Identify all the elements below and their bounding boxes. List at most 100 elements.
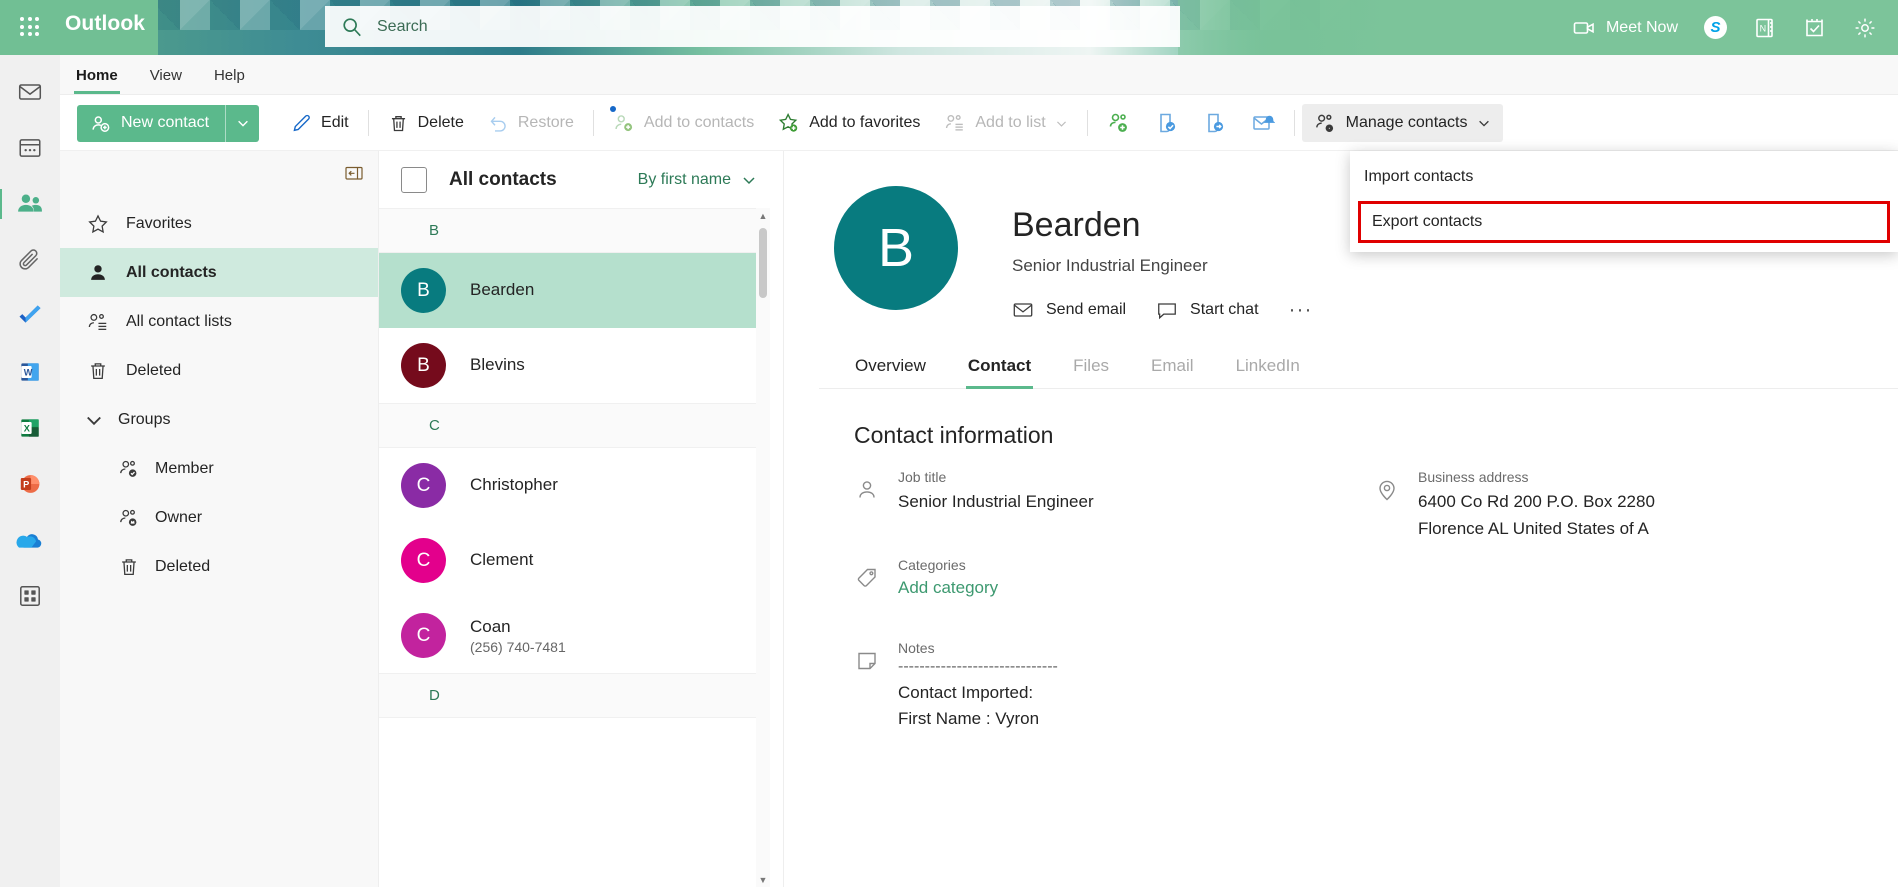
tab-help[interactable]: Help — [198, 56, 261, 94]
meet-now-button[interactable]: Meet Now — [1559, 0, 1691, 55]
detail-tab-overview[interactable]: Overview — [819, 356, 947, 388]
manage-contacts-button[interactable]: Manage contacts — [1301, 104, 1503, 142]
contact-list-scroll-area: B B Bearden B Blevins C C Christopher C … — [379, 208, 770, 887]
excel-icon: X — [17, 415, 43, 441]
mail-alert-button[interactable] — [1239, 104, 1287, 142]
settings-button[interactable] — [1840, 0, 1890, 55]
edit-button[interactable]: Edit — [279, 104, 361, 142]
list-item-clement[interactable]: C Clement — [379, 523, 770, 598]
more-actions-icon[interactable]: ··· — [1289, 298, 1313, 322]
rail-item-people[interactable] — [0, 181, 53, 227]
forward-contact-icon — [1203, 111, 1227, 135]
rail-item-calendar[interactable] — [7, 125, 53, 171]
list-item-coan[interactable]: C Coan (256) 740-7481 — [379, 598, 770, 673]
select-all-checkbox[interactable] — [401, 166, 427, 193]
command-divider — [1086, 110, 1088, 136]
contact-phone: (256) 740-7481 — [470, 638, 566, 655]
detail-tab-contact[interactable]: Contact — [947, 356, 1052, 389]
new-contact-main[interactable]: New contact — [77, 104, 227, 142]
field-label-categories: Categories — [898, 556, 966, 573]
add-to-list-button[interactable]: Add to list — [932, 104, 1079, 142]
scrollbar-thumb[interactable] — [759, 228, 767, 298]
share-contact-button[interactable] — [1143, 104, 1191, 142]
video-camera-icon — [1572, 16, 1596, 40]
add-to-favorites-button[interactable]: Add to favorites — [766, 104, 932, 142]
tab-home[interactable]: Home — [60, 56, 134, 94]
onenote-button[interactable]: N — [1740, 0, 1790, 55]
sidebar-group-groups[interactable]: Groups — [60, 395, 378, 444]
rail-item-mail[interactable] — [7, 69, 53, 115]
trash-icon — [87, 360, 109, 382]
collapse-pane-icon[interactable] — [342, 161, 366, 185]
contact-fields-right-column: Business address 6400 Co Rd 200 P.O. Box… — [1374, 469, 1655, 774]
contact-identity: Bearden Senior Industrial Engineer Send … — [1012, 186, 1313, 322]
sidebar-item-favorites[interactable]: Favorites — [60, 199, 378, 248]
scroll-down-arrow-icon[interactable]: ▼ — [756, 872, 770, 887]
onenote-icon: N — [1753, 16, 1777, 40]
detail-tab-linkedin[interactable]: LinkedIn — [1215, 356, 1321, 388]
sidebar-item-group-deleted[interactable]: Deleted — [60, 542, 378, 591]
detail-tab-files[interactable]: Files — [1052, 356, 1130, 388]
calendar-icon — [17, 135, 43, 161]
word-icon: W — [17, 359, 43, 385]
rail-item-todo[interactable] — [7, 293, 53, 339]
meet-now-label: Meet Now — [1605, 18, 1678, 36]
delete-button[interactable]: Delete — [376, 104, 476, 142]
search-input[interactable]: Search — [325, 6, 1180, 47]
sidebar-item-deleted[interactable]: Deleted — [60, 346, 378, 395]
list-item-blevins[interactable]: B Blevins — [379, 328, 770, 403]
command-divider — [367, 110, 369, 136]
contact-name: Blevins — [470, 355, 525, 375]
contact-avatar-large: B — [834, 186, 958, 310]
menu-item-export-contacts[interactable]: Export contacts — [1358, 201, 1890, 243]
chevron-down-icon — [84, 410, 104, 430]
field-label-business-address: Business address — [1418, 469, 1529, 485]
address-line-2: Florence AL United States of A — [1418, 518, 1649, 538]
rail-item-powerpoint[interactable]: P — [7, 461, 53, 507]
contact-list-scrollbar[interactable]: ▲ ▼ — [756, 208, 770, 887]
start-chat-button[interactable]: Start chat — [1156, 299, 1259, 321]
sidebar-label-member: Member — [155, 459, 214, 477]
sidebar-label-owner: Owner — [155, 508, 203, 526]
sidebar-label-group-deleted: Deleted — [155, 557, 211, 575]
folder-sidebar: Favorites All contacts All contact lists… — [60, 151, 378, 887]
rail-item-excel[interactable]: X — [7, 405, 53, 451]
sidebar-item-all-contacts[interactable]: All contacts — [60, 248, 378, 297]
rail-item-word[interactable]: W — [7, 349, 53, 395]
field-business-address: Business address 6400 Co Rd 200 P.O. Box… — [1374, 469, 1655, 541]
app-launcher-icon[interactable] — [14, 11, 46, 43]
list-group-letter-b: B — [379, 208, 770, 253]
list-item-christopher[interactable]: C Christopher — [379, 448, 770, 523]
person-outline-icon — [854, 469, 880, 515]
create-contact-icon-button[interactable] — [1095, 104, 1143, 142]
detail-tab-email[interactable]: Email — [1130, 356, 1215, 388]
new-indicator-dot — [609, 106, 616, 112]
tasks-button[interactable] — [1790, 0, 1840, 55]
list-group-letter-d: D — [379, 673, 770, 718]
svg-text:N: N — [1760, 23, 1767, 33]
new-contact-chevron-down-icon[interactable] — [226, 105, 259, 142]
add-to-contacts-button[interactable]: Add to contacts — [601, 104, 766, 142]
sidebar-item-member[interactable]: Member — [60, 444, 378, 493]
list-item-bearden[interactable]: B Bearden — [379, 253, 770, 328]
scroll-up-arrow-icon[interactable]: ▲ — [756, 208, 770, 223]
restore-button[interactable]: Restore — [476, 104, 586, 142]
menu-item-import-contacts[interactable]: Import contacts — [1350, 158, 1898, 196]
outlook-people-app: Outlook Search Meet Now S N Home View He… — [0, 0, 1898, 887]
rail-item-onedrive[interactable] — [7, 517, 53, 563]
field-label-notes: Notes — [898, 639, 935, 656]
send-email-button[interactable]: Send email — [1012, 299, 1126, 321]
new-contact-button[interactable]: New contact — [77, 104, 260, 142]
sort-order-button[interactable]: By first name — [638, 171, 757, 189]
forward-contact-button[interactable] — [1191, 104, 1239, 142]
rail-item-files[interactable] — [7, 237, 53, 283]
sidebar-item-owner[interactable]: Owner — [60, 493, 378, 542]
tab-view[interactable]: View — [134, 56, 198, 94]
edit-label: Edit — [321, 114, 349, 131]
skype-button[interactable]: S — [1691, 0, 1740, 55]
sidebar-label-all-contact-lists: All contact lists — [126, 312, 232, 330]
rail-item-all-apps[interactable] — [7, 573, 53, 619]
sidebar-item-all-contact-lists[interactable]: All contact lists — [60, 297, 378, 346]
notes-line-2: First Name : Vyron — [898, 709, 1040, 729]
add-category-link[interactable]: Add category — [898, 578, 998, 598]
